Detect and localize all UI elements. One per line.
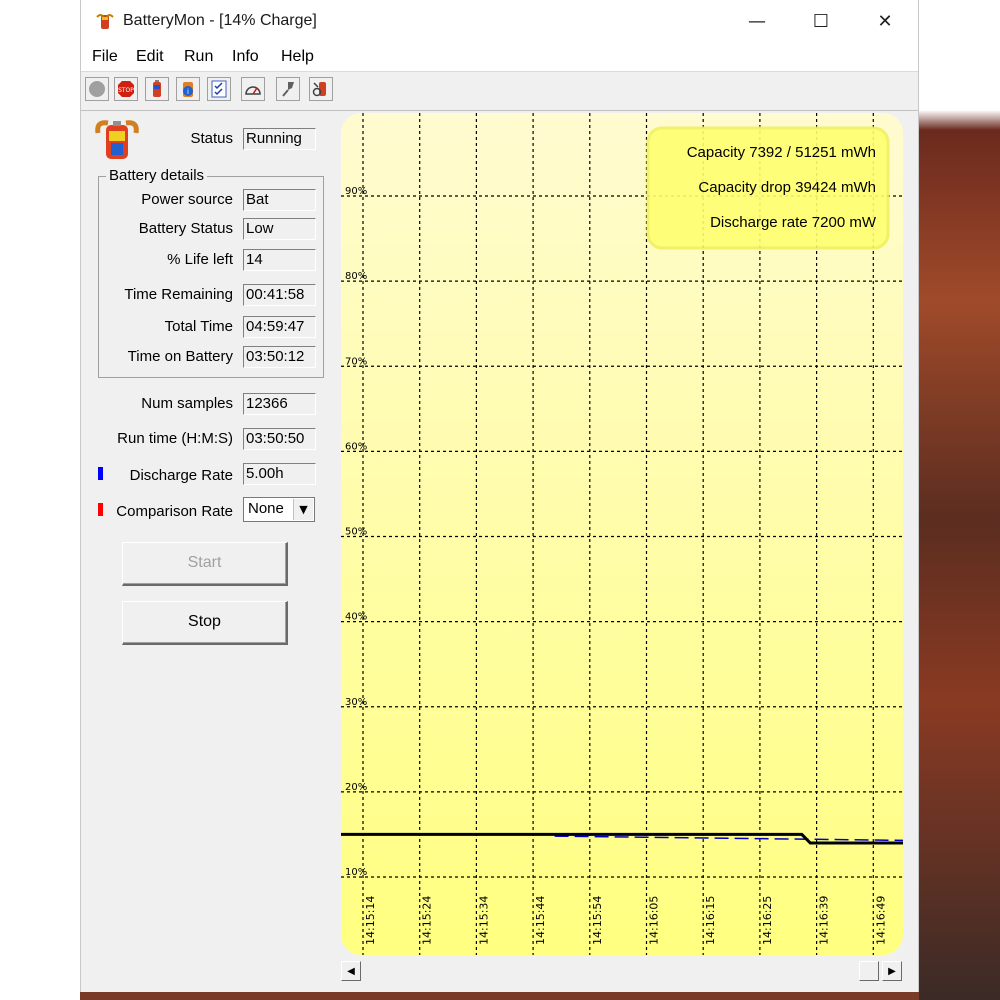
scroll-right-button[interactable]: ▶ xyxy=(882,961,902,981)
status-label: Status xyxy=(190,130,233,147)
svg-text:i: i xyxy=(187,88,189,96)
title-bar[interactable]: BatteryMon - [14% Charge] — ☐ ✕ xyxy=(81,0,918,43)
battery-details-title: Battery details xyxy=(106,167,208,184)
capacity-annotation: Capacity drop 39424 mWh xyxy=(698,179,876,196)
x-tick-label: 14:15:54 xyxy=(591,896,604,945)
y-tick-label: 60% xyxy=(345,441,367,452)
scroll-left-button[interactable]: ◀ xyxy=(341,961,361,981)
menu-run[interactable]: Run xyxy=(184,48,213,66)
x-tick-label: 14:16:49 xyxy=(874,896,887,945)
battery-info-button[interactable]: i xyxy=(176,77,200,101)
chart-horizontal-scrollbar[interactable]: ◀ ▶ xyxy=(341,960,903,982)
battery-icon xyxy=(153,80,161,97)
svg-text:STOP: STOP xyxy=(118,87,134,94)
y-tick-label: 10% xyxy=(345,867,367,878)
stop-toolbar-button[interactable]: STOP xyxy=(114,77,138,101)
comparison-rate-value: None xyxy=(248,500,284,517)
life-left-value: 14 xyxy=(243,249,316,271)
x-tick-label: 14:16:39 xyxy=(818,896,831,945)
status-value: Running xyxy=(243,128,316,150)
scroll-thumb[interactable] xyxy=(859,961,879,981)
menu-edit[interactable]: Edit xyxy=(136,48,164,66)
comparison-rate-swatch xyxy=(98,503,103,516)
arrow-right-icon: ▶ xyxy=(888,965,896,977)
window-title: BatteryMon - [14% Charge] xyxy=(123,12,317,29)
y-tick-label: 40% xyxy=(345,612,367,623)
battery-button[interactable] xyxy=(145,77,169,101)
start-button[interactable]: Start xyxy=(122,542,288,586)
total-time-value: 04:59:47 xyxy=(243,316,316,338)
y-tick-label: 20% xyxy=(345,782,367,793)
life-left-label: % Life left xyxy=(167,251,233,268)
capacity-annotation: Capacity 7392 / 51251 mWh xyxy=(687,144,876,161)
power-source-label: Power source xyxy=(141,191,233,208)
menu-bar: File Edit Run Info Help xyxy=(81,43,918,72)
time-on-battery-value: 03:50:12 xyxy=(243,346,316,368)
battery-status-label: Battery Status xyxy=(138,220,233,237)
x-tick-label: 14:15:24 xyxy=(421,896,434,945)
run-time-value: 03:50:50 xyxy=(243,428,316,450)
toolbar: STOP i xyxy=(81,73,918,111)
x-tick-label: 14:15:14 xyxy=(364,896,377,945)
close-button[interactable]: ✕ xyxy=(853,0,917,43)
battery-status-value: Low xyxy=(243,218,316,240)
comparison-rate-select[interactable]: None ▼ xyxy=(243,497,315,522)
gauge-button[interactable] xyxy=(241,77,265,101)
checklist-icon xyxy=(211,80,227,98)
x-tick-label: 14:16:15 xyxy=(704,896,717,945)
chevron-down-icon[interactable]: ▼ xyxy=(293,499,313,520)
y-tick-label: 70% xyxy=(345,356,367,367)
pin-button[interactable] xyxy=(276,77,300,101)
battery-mascot-icon xyxy=(95,120,139,159)
battery-info-icon: i xyxy=(183,82,193,97)
battery-settings-icon xyxy=(312,82,326,97)
menu-file[interactable]: File xyxy=(92,48,118,66)
desktop-bottom xyxy=(80,992,919,1000)
menu-info[interactable]: Info xyxy=(232,48,259,66)
arrow-left-icon: ◀ xyxy=(347,965,355,977)
stop-button[interactable]: Stop xyxy=(122,601,288,645)
battery-chart: 10% 20% 30% 40% 50% 60% 70% 80% 90% 14:15:14 14:1… xyxy=(341,113,903,955)
discharge-rate-label: Discharge Rate xyxy=(129,467,233,484)
record-button[interactable] xyxy=(85,77,109,101)
menu-help[interactable]: Help xyxy=(281,48,314,66)
x-tick-label: 14:15:34 xyxy=(477,896,490,945)
capacity-annotation: Discharge rate 7200 mW xyxy=(710,214,877,231)
num-samples-label: Num samples xyxy=(141,395,233,412)
discharge-rate-value: 5.00h xyxy=(243,463,316,485)
y-tick-label: 90% xyxy=(345,186,367,197)
y-tick-label: 80% xyxy=(345,271,367,282)
desktop-left xyxy=(0,0,80,1000)
y-tick-label: 30% xyxy=(345,697,367,708)
comparison-rate-label: Comparison Rate xyxy=(116,503,233,520)
discharge-rate-swatch xyxy=(98,467,103,480)
x-tick-label: 14:15:44 xyxy=(534,896,547,945)
desktop-right xyxy=(919,0,1000,1000)
time-remaining-value: 00:41:58 xyxy=(243,284,316,306)
time-remaining-label: Time Remaining xyxy=(124,286,233,303)
run-time-label: Run time (H:M:S) xyxy=(117,430,233,447)
checklist-button[interactable] xyxy=(207,77,231,101)
minimize-button[interactable]: — xyxy=(725,0,789,43)
pin-icon xyxy=(282,82,294,97)
num-samples-value: 12366 xyxy=(243,393,316,415)
stop-icon: STOP xyxy=(118,81,134,97)
gauge-icon xyxy=(245,86,261,95)
app-icon xyxy=(96,14,114,29)
time-on-battery-label: Time on Battery xyxy=(127,348,233,365)
record-icon xyxy=(89,81,105,97)
battery-settings-button[interactable] xyxy=(309,77,333,101)
total-time-label: Total Time xyxy=(164,318,233,335)
x-tick-label: 14:16:25 xyxy=(761,896,774,945)
power-source-value: Bat xyxy=(243,189,316,211)
batterymon-window: BatteryMon - [14% Charge] — ☐ ✕ File Edi… xyxy=(80,0,919,992)
x-tick-label: 14:16:05 xyxy=(648,896,661,945)
y-tick-label: 50% xyxy=(345,527,367,538)
maximize-button[interactable]: ☐ xyxy=(789,0,853,43)
